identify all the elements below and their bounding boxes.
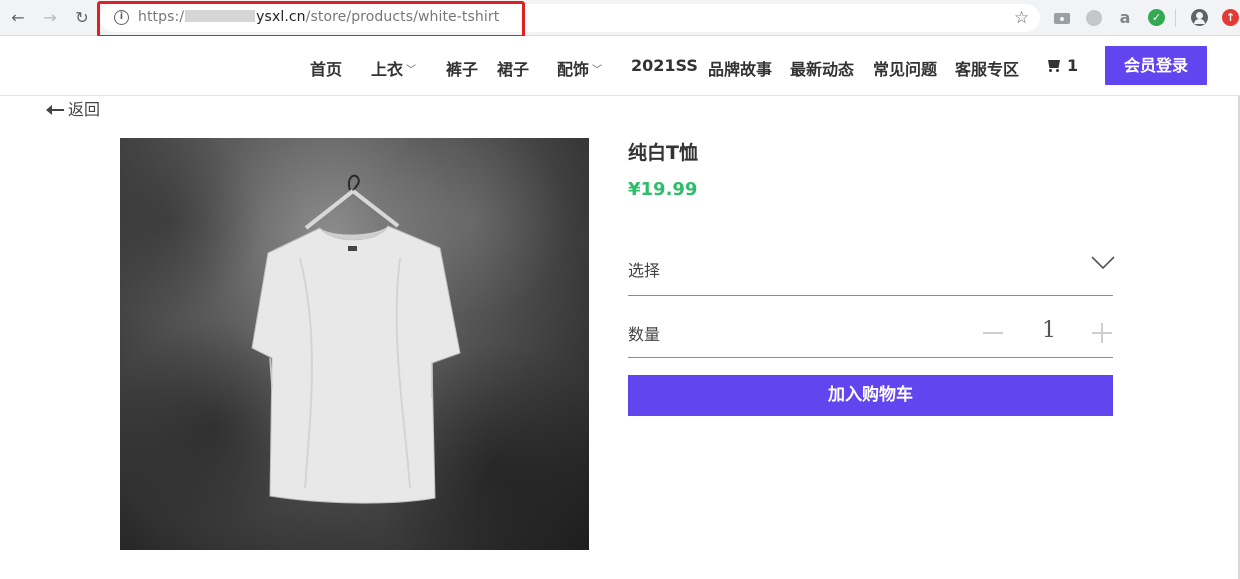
arrow-left-icon — [46, 105, 64, 115]
product-image — [120, 138, 589, 550]
nav-label: 2021SS — [631, 56, 698, 75]
url-redacted — [185, 10, 256, 22]
nav-label: 配饰 — [557, 60, 590, 79]
quantity-label: 数量 — [628, 325, 661, 344]
nav-accessories[interactable]: 配饰 ﹀ — [557, 56, 602, 80]
divider — [628, 357, 1113, 358]
quantity-increase-button[interactable] — [1092, 323, 1112, 343]
nav-label: 最新动态 — [790, 60, 855, 79]
update-icon[interactable]: ↑ — [1222, 9, 1240, 27]
quantity-value[interactable]: 1 — [1040, 318, 1058, 343]
divider — [628, 295, 1113, 296]
nav-support[interactable]: 客服专区 — [955, 56, 1019, 80]
url-host: ysxl.cn — [256, 9, 306, 25]
quantity-decrease-button[interactable] — [983, 332, 1003, 334]
cart-count: 1 — [1067, 56, 1079, 75]
nav-faq[interactable]: 常见问题 — [873, 56, 937, 80]
cart-icon — [1046, 60, 1061, 72]
nav-pants[interactable]: 裤子 — [446, 56, 478, 80]
nav-label: 裤子 — [446, 60, 479, 79]
nav-tops[interactable]: 上衣 ﹀ — [371, 56, 416, 80]
product-price: ¥19.99 — [628, 179, 698, 200]
leaf-icon[interactable] — [1085, 9, 1103, 27]
white-tshirt-image — [251, 174, 461, 504]
nav-2021ss[interactable]: 2021SS — [631, 56, 698, 75]
nav-label: 裙子 — [497, 60, 530, 79]
chevron-down-icon: ﹀ — [406, 65, 417, 76]
v-icon[interactable]: ✓ — [1148, 9, 1166, 27]
browser-toolbar: ← → ↻ i https:/ ysxl.cn/store/products/wh… — [0, 0, 1240, 36]
url-scheme: https:/ — [138, 9, 185, 25]
nav-label: 客服专区 — [955, 60, 1020, 79]
nav-label: 品牌故事 — [708, 60, 773, 79]
a-icon[interactable]: a — [1116, 9, 1134, 27]
star-icon[interactable]: ☆ — [1014, 8, 1029, 28]
nav-brand-story[interactable]: 品牌故事 — [708, 56, 772, 80]
add-to-cart-button[interactable]: 加入购物车 — [628, 375, 1113, 416]
url-path: /store/products/white-tshirt — [305, 9, 500, 25]
camera-icon[interactable] — [1053, 9, 1071, 27]
url-text[interactable]: https:/ ysxl.cn/store/products/white-tshi… — [138, 9, 499, 25]
back-label: 返回 — [68, 100, 101, 119]
back-link[interactable]: 返回 — [46, 96, 101, 120]
back-icon[interactable]: ← — [8, 8, 28, 28]
nav-home[interactable]: 首页 — [310, 56, 342, 80]
account-icon[interactable] — [1191, 9, 1209, 27]
product-title: 纯白T恤 — [628, 142, 698, 164]
site-header: 首页 上衣 ﹀ 裤子 裙子 配饰 ﹀ 2021SS 品牌故事 最新动态 常见问题 客… — [0, 36, 1240, 96]
chevron-down-icon: ﹀ — [592, 65, 603, 76]
nav-label: 常见问题 — [873, 60, 938, 79]
nav-skirts[interactable]: 裙子 — [497, 56, 529, 80]
info-icon[interactable]: i — [114, 10, 129, 25]
nav-news[interactable]: 最新动态 — [790, 56, 854, 80]
nav-label: 首页 — [310, 60, 343, 79]
chevron-down-icon[interactable] — [1091, 254, 1115, 270]
cart-link[interactable]: 1 — [1046, 56, 1078, 75]
reload-icon[interactable]: ↻ — [72, 8, 92, 28]
address-bar[interactable]: i https:/ ysxl.cn/store/products/white-ts… — [100, 4, 1040, 32]
variant-select-label[interactable]: 选择 — [628, 257, 660, 281]
nav-label: 上衣 — [371, 60, 404, 79]
member-login-button[interactable]: 会员登录 — [1105, 46, 1207, 85]
toolbar-divider — [1175, 9, 1176, 27]
forward-icon[interactable]: → — [40, 8, 60, 28]
